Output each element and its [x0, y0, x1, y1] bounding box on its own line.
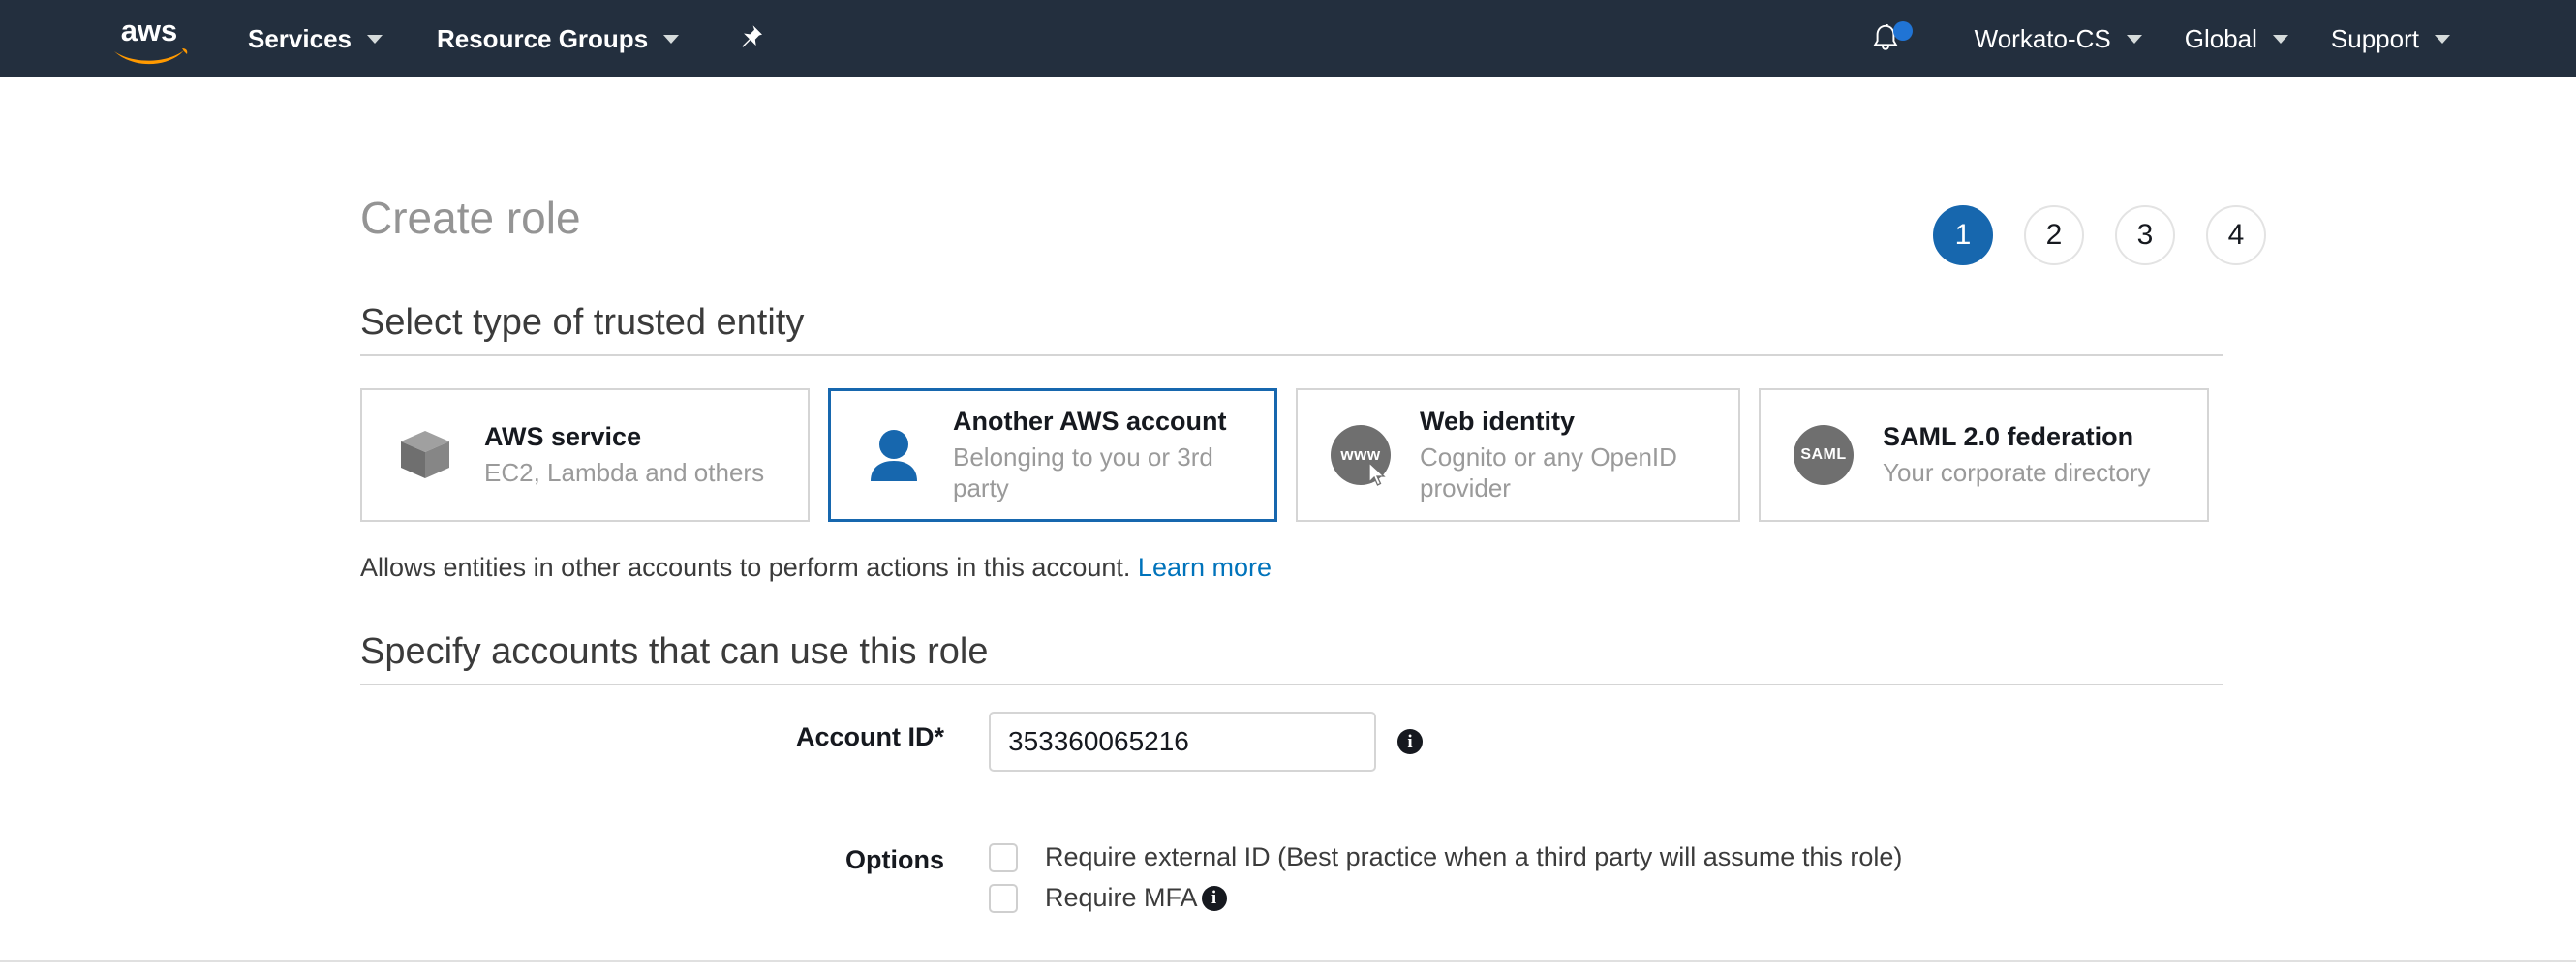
- step-indicator: 1 2 3 4: [1933, 205, 2266, 265]
- card-text: SAML 2.0 federation Your corporate direc…: [1883, 421, 2151, 488]
- chevron-down-icon: [663, 35, 679, 44]
- chevron-down-icon: [2127, 35, 2142, 44]
- section-heading-specify-accounts: Specify accounts that can use this role: [360, 631, 988, 673]
- step-4[interactable]: 4: [2206, 205, 2266, 265]
- nav-item-services[interactable]: Services: [248, 0, 383, 77]
- require-mfa-checkbox[interactable]: [989, 884, 1018, 913]
- card-subtitle: Your corporate directory: [1883, 457, 2151, 489]
- nav-item-support-label: Support: [2331, 24, 2419, 54]
- notifications-button[interactable]: [1868, 21, 1903, 56]
- page-title: Create role: [360, 192, 581, 244]
- card-title: Another AWS account: [953, 406, 1243, 439]
- aws-logo[interactable]: aws: [105, 12, 194, 66]
- options-label: Options: [678, 845, 944, 875]
- card-subtitle: Cognito or any OpenID provider: [1420, 441, 1710, 504]
- card-title: AWS service: [484, 421, 764, 454]
- trusted-entity-card-group: AWS service EC2, Lambda and others Anoth…: [360, 388, 2209, 522]
- nav-item-account-label: Workato-CS: [1975, 24, 2111, 54]
- card-subtitle: Belonging to you or 3rd party: [953, 441, 1243, 504]
- step-1[interactable]: 1: [1933, 205, 1993, 265]
- pushpin-icon: [733, 22, 766, 55]
- card-text: AWS service EC2, Lambda and others: [484, 421, 764, 488]
- aws-logo-svg: aws: [105, 12, 194, 66]
- nav-left-group: aws Services Resource Groups: [0, 0, 766, 77]
- chevron-down-icon: [2435, 35, 2450, 44]
- nav-right-group: Workato-CS Global Support: [1868, 0, 2576, 77]
- footer-divider: [0, 960, 2576, 962]
- step-2[interactable]: 2: [2024, 205, 2084, 265]
- nav-item-support[interactable]: Support: [2331, 0, 2450, 77]
- nav-item-region-label: Global: [2185, 24, 2257, 54]
- trusted-entity-card-another-aws-account[interactable]: Another AWS account Belonging to you or …: [828, 388, 1277, 522]
- nav-item-resource-groups-label: Resource Groups: [437, 24, 648, 54]
- cube-icon: [393, 423, 457, 487]
- option-row-require-external-id: Require external ID (Best practice when …: [989, 842, 1902, 872]
- card-text: Another AWS account Belonging to you or …: [953, 406, 1243, 504]
- svg-text:aws: aws: [121, 14, 178, 47]
- main-content: Create role 1 2 3 4 Select type of trust…: [0, 77, 2576, 897]
- card-text: Web identity Cognito or any OpenID provi…: [1420, 406, 1710, 504]
- learn-more-link[interactable]: Learn more: [1138, 553, 1272, 582]
- trusted-entity-description-text: Allows entities in other accounts to per…: [360, 553, 1130, 582]
- www-circle-icon: www: [1329, 423, 1393, 487]
- person-icon: [862, 423, 926, 487]
- cursor-arrow-icon: [1367, 462, 1387, 487]
- chevron-down-icon: [2273, 35, 2288, 44]
- saml-circle-label: SAML: [1800, 446, 1846, 464]
- require-mfa-label: Require MFA: [1045, 883, 1198, 913]
- trusted-entity-description: Allows entities in other accounts to per…: [360, 553, 1272, 583]
- pushpin-button[interactable]: [733, 22, 766, 55]
- require-mfa-label-wrap: Require MFA i: [1045, 883, 1227, 913]
- cube-icon-svg: [395, 425, 455, 485]
- step-3[interactable]: 3: [2115, 205, 2175, 265]
- trusted-entity-card-web-identity[interactable]: www Web identity Cognito or any OpenID p…: [1296, 388, 1740, 522]
- option-row-require-mfa: Require MFA i: [989, 883, 1227, 913]
- card-title: Web identity: [1420, 406, 1710, 439]
- require-external-id-label: Require external ID (Best practice when …: [1045, 842, 1902, 872]
- card-title: SAML 2.0 federation: [1883, 421, 2151, 454]
- account-id-input[interactable]: [989, 712, 1376, 772]
- saml-circle-badge: SAML: [1794, 425, 1854, 485]
- person-icon-svg: [864, 427, 924, 483]
- top-navigation-bar: aws Services Resource Groups: [0, 0, 2576, 77]
- saml-circle-icon: SAML: [1792, 423, 1855, 487]
- trusted-entity-card-saml-federation[interactable]: SAML SAML 2.0 federation Your corporate …: [1759, 388, 2209, 522]
- account-id-label: Account ID*: [678, 722, 944, 752]
- require-external-id-checkbox[interactable]: [989, 843, 1018, 872]
- account-id-info-icon[interactable]: i: [1397, 729, 1423, 754]
- nav-item-services-label: Services: [248, 24, 352, 54]
- require-mfa-info-icon[interactable]: i: [1202, 886, 1227, 911]
- trusted-entity-card-aws-service[interactable]: AWS service EC2, Lambda and others: [360, 388, 810, 522]
- nav-item-region[interactable]: Global: [2185, 0, 2288, 77]
- section-heading-trusted-entity: Select type of trusted entity: [360, 302, 804, 344]
- nav-item-account[interactable]: Workato-CS: [1975, 0, 2142, 77]
- chevron-down-icon: [367, 35, 383, 44]
- section-divider-2: [360, 684, 2223, 685]
- section-divider-1: [360, 354, 2223, 356]
- nav-item-resource-groups[interactable]: Resource Groups: [437, 0, 679, 77]
- card-subtitle: EC2, Lambda and others: [484, 457, 764, 489]
- notification-unread-dot: [1893, 21, 1913, 41]
